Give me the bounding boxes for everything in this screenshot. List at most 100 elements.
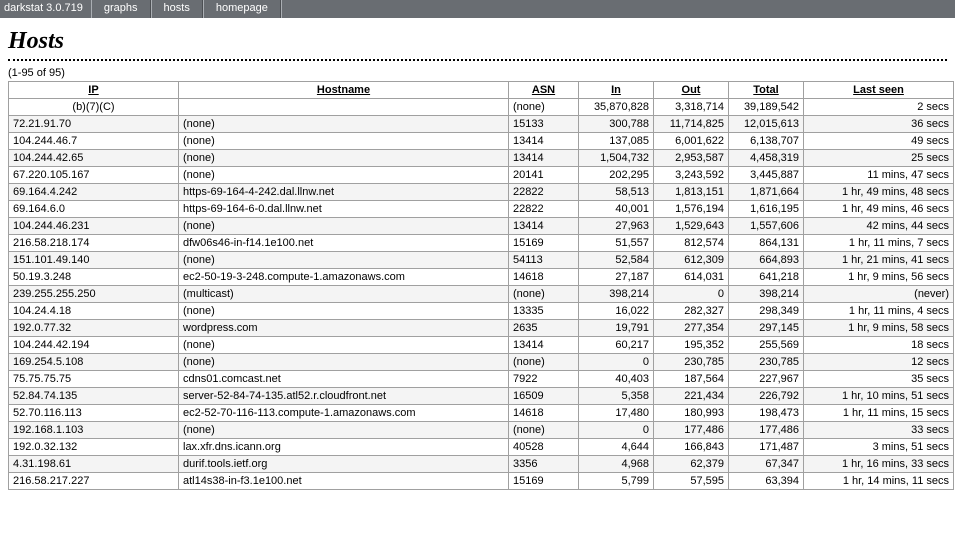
cell-last-seen: 49 secs [804, 133, 954, 150]
nav-hosts[interactable]: hosts [151, 0, 203, 18]
cell-ip[interactable]: 239.255.255.250 [9, 286, 179, 303]
cell-ip[interactable]: 151.101.49.140 [9, 252, 179, 269]
cell-total: 398,214 [729, 286, 804, 303]
cell-asn: 13414 [509, 150, 579, 167]
table-row[interactable]: 192.0.77.32wordpress.com263519,791277,35… [9, 320, 954, 337]
table-row[interactable]: 104.244.46.7(none)13414137,0856,001,6226… [9, 133, 954, 150]
cell-total: 641,218 [729, 269, 804, 286]
cell-ip[interactable]: 52.70.116.113 [9, 405, 179, 422]
cell-out: 1,576,194 [654, 201, 729, 218]
nav-homepage[interactable]: homepage [203, 0, 281, 18]
col-total[interactable]: Total [729, 82, 804, 99]
table-row[interactable]: 50.19.3.248ec2-50-19-3-248.compute-1.ama… [9, 269, 954, 286]
cell-hostname: lax.xfr.dns.icann.org [179, 439, 509, 456]
cell-ip[interactable]: 104.244.42.194 [9, 337, 179, 354]
cell-ip[interactable]: 104.244.42.65 [9, 150, 179, 167]
nav-spacer [281, 0, 955, 18]
table-row[interactable]: 239.255.255.250(multicast)(none)398,2140… [9, 286, 954, 303]
cell-ip[interactable]: 104.244.46.7 [9, 133, 179, 150]
table-row[interactable]: (b)(7)(C)(none)35,870,8283,318,71439,189… [9, 99, 954, 116]
table-row[interactable]: 72.21.91.70(none)15133300,78811,714,8251… [9, 116, 954, 133]
cell-total: 39,189,542 [729, 99, 804, 116]
cell-in: 52,584 [579, 252, 654, 269]
cell-ip[interactable]: 192.0.77.32 [9, 320, 179, 337]
table-row[interactable]: 104.244.42.194(none)1341460,217195,35225… [9, 337, 954, 354]
col-in[interactable]: In [579, 82, 654, 99]
table-row[interactable]: 151.101.49.140(none)5411352,584612,30966… [9, 252, 954, 269]
cell-ip[interactable]: 69.164.6.0 [9, 201, 179, 218]
table-row[interactable]: 69.164.6.0https-69-164-6-0.dal.llnw.net2… [9, 201, 954, 218]
cell-ip[interactable]: 4.31.198.61 [9, 456, 179, 473]
sort-hostname[interactable]: Hostname [317, 84, 370, 96]
cell-out: 1,529,643 [654, 218, 729, 235]
cell-ip[interactable]: 67.220.105.167 [9, 167, 179, 184]
cell-asn: 16509 [509, 388, 579, 405]
cell-total: 227,967 [729, 371, 804, 388]
table-row[interactable]: 104.244.42.65(none)134141,504,7322,953,5… [9, 150, 954, 167]
table-row[interactable]: 67.220.105.167(none)20141202,2953,243,59… [9, 167, 954, 184]
cell-hostname: (none) [179, 167, 509, 184]
sort-ip[interactable]: IP [88, 84, 98, 96]
cell-total: 6,138,707 [729, 133, 804, 150]
cell-out: 3,243,592 [654, 167, 729, 184]
sort-asn[interactable]: ASN [532, 84, 555, 96]
cell-ip[interactable]: 75.75.75.75 [9, 371, 179, 388]
table-row[interactable]: 75.75.75.75cdns01.comcast.net792240,4031… [9, 371, 954, 388]
cell-ip[interactable]: 216.58.217.227 [9, 473, 179, 490]
cell-out: 221,434 [654, 388, 729, 405]
col-ip[interactable]: IP [9, 82, 179, 99]
cell-hostname: wordpress.com [179, 320, 509, 337]
table-row[interactable]: 216.58.218.174dfw06s46-in-f14.1e100.net1… [9, 235, 954, 252]
cell-ip[interactable]: (b)(7)(C) [9, 99, 179, 116]
cell-ip[interactable]: 69.164.4.242 [9, 184, 179, 201]
cell-last-seen: 25 secs [804, 150, 954, 167]
cell-out: 277,354 [654, 320, 729, 337]
cell-ip[interactable]: 52.84.74.135 [9, 388, 179, 405]
cell-last-seen: 42 mins, 44 secs [804, 218, 954, 235]
table-row[interactable]: 192.168.1.103(none)(none)0177,486177,486… [9, 422, 954, 439]
cell-ip[interactable]: 169.254.5.108 [9, 354, 179, 371]
table-row[interactable]: 4.31.198.61durif.tools.ietf.org33564,968… [9, 456, 954, 473]
table-row[interactable]: 52.70.116.113ec2-52-70-116-113.compute-1… [9, 405, 954, 422]
table-row[interactable]: 52.84.74.135server-52-84-74-135.atl52.r.… [9, 388, 954, 405]
cell-in: 27,963 [579, 218, 654, 235]
cell-last-seen: 1 hr, 11 mins, 15 secs [804, 405, 954, 422]
cell-asn: 22822 [509, 184, 579, 201]
cell-total: 1,557,606 [729, 218, 804, 235]
cell-ip[interactable]: 216.58.218.174 [9, 235, 179, 252]
col-out[interactable]: Out [654, 82, 729, 99]
cell-hostname: (multicast) [179, 286, 509, 303]
table-row[interactable]: 104.244.46.231(none)1341427,9631,529,643… [9, 218, 954, 235]
cell-out: 2,953,587 [654, 150, 729, 167]
table-row[interactable]: 216.58.217.227atl14s38-in-f3.1e100.net15… [9, 473, 954, 490]
col-asn[interactable]: ASN [509, 82, 579, 99]
cell-last-seen: 36 secs [804, 116, 954, 133]
col-lastseen[interactable]: Last seen [804, 82, 954, 99]
table-row[interactable]: 104.24.4.18(none)1333516,022282,327298,3… [9, 303, 954, 320]
cell-asn: 54113 [509, 252, 579, 269]
cell-ip[interactable]: 72.21.91.70 [9, 116, 179, 133]
cell-ip[interactable]: 104.244.46.231 [9, 218, 179, 235]
table-row[interactable]: 192.0.32.132lax.xfr.dns.icann.org405284,… [9, 439, 954, 456]
table-row[interactable]: 169.254.5.108(none)(none)0230,785230,785… [9, 354, 954, 371]
cell-ip[interactable]: 192.168.1.103 [9, 422, 179, 439]
cell-ip[interactable]: 192.0.32.132 [9, 439, 179, 456]
col-hostname[interactable]: Hostname [179, 82, 509, 99]
cell-asn: 2635 [509, 320, 579, 337]
sort-in[interactable]: In [611, 84, 621, 96]
cell-last-seen: 12 secs [804, 354, 954, 371]
sort-out[interactable]: Out [682, 84, 701, 96]
hosts-table: IP Hostname ASN In Out Total Last seen (… [8, 81, 954, 490]
cell-hostname [179, 99, 509, 116]
cell-hostname: (none) [179, 218, 509, 235]
cell-ip[interactable]: 104.24.4.18 [9, 303, 179, 320]
cell-total: 63,394 [729, 473, 804, 490]
top-nav: darkstat 3.0.719 graphs hosts homepage [0, 0, 955, 18]
cell-asn: 40528 [509, 439, 579, 456]
sort-lastseen[interactable]: Last seen [853, 84, 904, 96]
cell-total: 177,486 [729, 422, 804, 439]
nav-graphs[interactable]: graphs [91, 0, 151, 18]
table-row[interactable]: 69.164.4.242https-69-164-4-242.dal.llnw.… [9, 184, 954, 201]
cell-ip[interactable]: 50.19.3.248 [9, 269, 179, 286]
sort-total[interactable]: Total [753, 84, 778, 96]
